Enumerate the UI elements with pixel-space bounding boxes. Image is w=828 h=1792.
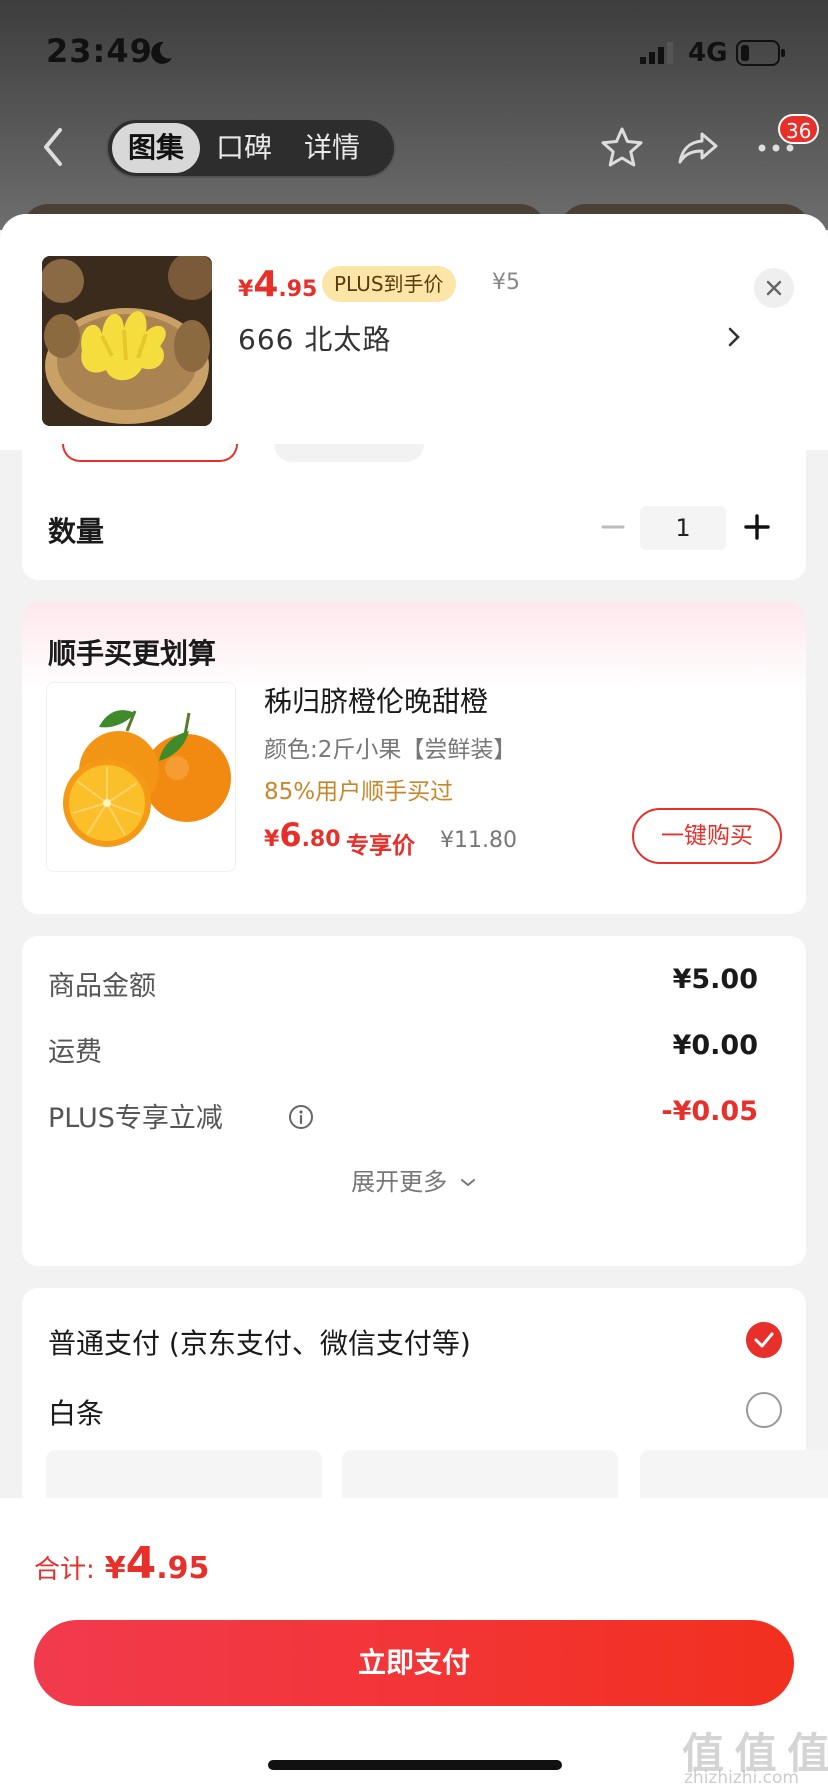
total-amount: 合计: ¥4.95 (34, 1538, 210, 1589)
checkout-footer: 合计: ¥4.95 立即支付 值 值 值 zhizhizhi.com (0, 1498, 828, 1792)
back-icon[interactable] (34, 122, 74, 172)
status-time: 23:49 (46, 32, 153, 70)
price-summary-card: 商品金额 ¥5.00 运费 ¥0.00 PLUS专享立减 -¥0.05 展开更多 (22, 936, 806, 1266)
minus-icon[interactable] (598, 512, 628, 542)
share-icon[interactable] (674, 124, 722, 172)
bundle-product-name[interactable]: 秭归脐橙伦晚甜橙 (264, 680, 488, 720)
bundle-price-tag: 专享价 (346, 833, 415, 859)
status-bar: 23:49 4G (0, 0, 828, 100)
network-label: 4G (688, 38, 728, 68)
tab-reviews[interactable]: 口碑 (200, 123, 288, 173)
quantity-label: 数量 (48, 515, 105, 548)
one-click-buy-button[interactable]: 一键购买 (632, 808, 782, 864)
watermark-url: zhizhizhi.com (684, 1768, 799, 1788)
product-thumbnail (42, 256, 212, 426)
payment-option-baitiao[interactable]: 白条 (48, 1386, 782, 1436)
notification-badge: 36 (778, 114, 820, 144)
bundle-price: ¥6.80 (264, 816, 341, 854)
bundle-social-proof: 85%用户顺手买过 (264, 779, 454, 805)
plus-icon[interactable] (740, 510, 774, 544)
bundle-product-image[interactable] (46, 682, 236, 872)
summary-row-subtotal: 商品金额 ¥5.00 (48, 964, 758, 1002)
pay-now-button[interactable]: 立即支付 (34, 1620, 794, 1706)
radio-checked-icon[interactable] (746, 1322, 782, 1358)
radio-unchecked-icon[interactable] (746, 1392, 782, 1428)
plus-price-tag: PLUS到手价 (322, 266, 456, 302)
spec-option[interactable] (274, 444, 424, 462)
summary-row-plus-discount: PLUS专享立减 -¥0.05 (48, 1096, 758, 1134)
expand-more-button[interactable]: 展开更多 (22, 1162, 806, 1197)
chevron-right-icon[interactable] (724, 322, 744, 352)
spec-option-selected[interactable] (62, 444, 238, 462)
sheet-header: ¥4.95 PLUS到手价 ¥5 666 北太路 (0, 214, 828, 450)
tab-group: 图集 口碑 详情 (106, 118, 396, 178)
bundle-card: 顺手买更划算 秭归脐橙伦晚甜橙 颜色:2斤小果【尝鲜装】 85%用户顺手买过 ¥… (22, 602, 806, 914)
summary-row-shipping: 运费 ¥0.00 (48, 1030, 758, 1068)
bundle-original-price: ¥11.80 (440, 828, 517, 853)
home-indicator[interactable] (268, 1760, 562, 1770)
signal-icon (640, 42, 673, 64)
moon-icon (151, 41, 172, 64)
payment-option-normal[interactable]: 普通支付 (京东支付、微信支付等) (48, 1316, 782, 1366)
original-price: ¥5 (492, 270, 520, 295)
tab-details[interactable]: 详情 (288, 123, 376, 173)
expand-more-label: 展开更多 (351, 1168, 448, 1196)
delivery-address[interactable]: 666 北太路 (238, 318, 391, 358)
quantity-input[interactable]: 1 (640, 506, 726, 550)
product-price: ¥4.95 (238, 264, 318, 305)
payment-method-card: 普通支付 (京东支付、微信支付等) 白条 (22, 1288, 828, 1510)
info-icon[interactable] (288, 1104, 314, 1130)
tab-gallery[interactable]: 图集 (112, 123, 201, 173)
bundle-title: 顺手买更划算 (48, 637, 217, 670)
bundle-product-spec: 颜色:2斤小果【尝鲜装】 (264, 737, 517, 763)
quantity-card: 数量 1 (22, 444, 806, 580)
battery-icon (736, 40, 785, 66)
star-icon[interactable] (598, 124, 646, 172)
chevron-down-icon (460, 1179, 475, 1187)
close-button[interactable] (754, 268, 794, 308)
